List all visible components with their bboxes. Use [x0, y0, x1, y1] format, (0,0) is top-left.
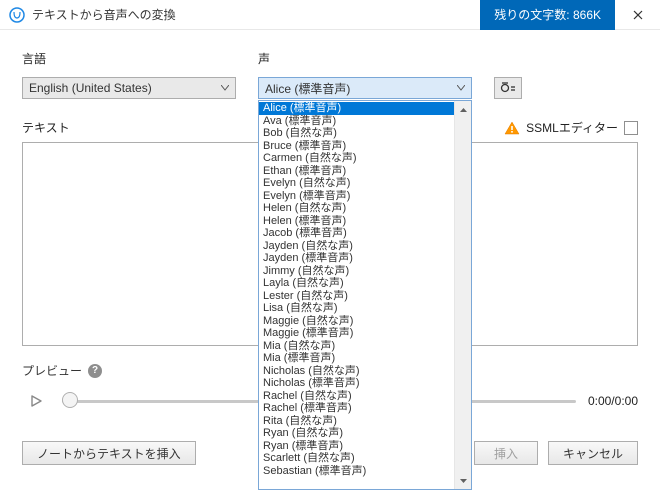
text-label: テキスト	[22, 119, 70, 136]
voice-option[interactable]: Lisa (自然な声)	[259, 302, 454, 315]
voice-option[interactable]: Evelyn (標準音声)	[259, 190, 454, 203]
scroll-down-icon[interactable]	[455, 472, 471, 489]
voice-option[interactable]: Helen (自然な声)	[259, 202, 454, 215]
voice-option[interactable]: Rita (自然な声)	[259, 415, 454, 428]
voice-option[interactable]: Evelyn (自然な声)	[259, 177, 454, 190]
window-title: テキストから音声への変換	[32, 6, 176, 23]
close-icon	[633, 10, 643, 20]
voice-option[interactable]: Jimmy (自然な声)	[259, 265, 454, 278]
voice-option[interactable]: Bob (自然な声)	[259, 127, 454, 140]
language-select-value: English (United States)	[29, 81, 152, 95]
play-button[interactable]	[22, 387, 50, 415]
preview-label: プレビュー	[22, 362, 82, 379]
preview-time: 0:00/0:00	[588, 394, 638, 408]
voice-option[interactable]: Ethan (標準音声)	[259, 165, 454, 178]
app-icon	[8, 6, 26, 24]
play-icon	[29, 394, 43, 408]
language-label: 言語	[22, 50, 236, 67]
voice-option[interactable]: Rachel (自然な声)	[259, 390, 454, 403]
voice-option[interactable]: Scarlett (自然な声)	[259, 452, 454, 465]
voice-select-value: Alice (標準音声)	[265, 80, 350, 97]
dropdown-scrollbar[interactable]	[454, 101, 471, 489]
voice-option[interactable]: Alice (標準音声)	[259, 102, 454, 115]
language-select[interactable]: English (United States)	[22, 77, 236, 99]
voice-option[interactable]: Ryan (自然な声)	[259, 427, 454, 440]
voice-option[interactable]: Maggie (標準音声)	[259, 327, 454, 340]
voice-label: 声	[258, 50, 472, 67]
voice-option[interactable]: Ava (標準音声)	[259, 115, 454, 128]
voice-select[interactable]: Alice (標準音声)	[258, 77, 472, 99]
insert-button[interactable]: 挿入	[474, 441, 538, 465]
close-button[interactable]	[615, 0, 660, 30]
voice-option[interactable]: Maggie (自然な声)	[259, 315, 454, 328]
slider-thumb[interactable]	[62, 392, 78, 408]
voice-option[interactable]: Nicholas (自然な声)	[259, 365, 454, 378]
chevron-down-icon	[457, 83, 465, 94]
voice-dropdown: Alice (標準音声)Ava (標準音声)Bob (自然な声)Bruce (標…	[258, 100, 472, 490]
voice-option[interactable]: Ryan (標準音声)	[259, 440, 454, 453]
voice-option[interactable]: Rachel (標準音声)	[259, 402, 454, 415]
voice-option[interactable]: Helen (標準音声)	[259, 215, 454, 228]
voice-option[interactable]: Jacob (標準音声)	[259, 227, 454, 240]
settings-icon	[500, 81, 516, 95]
titlebar: テキストから音声への変換 残りの文字数: 866K	[0, 0, 660, 30]
voice-option[interactable]: Lester (自然な声)	[259, 290, 454, 303]
ssml-label: SSMLエディター	[526, 119, 618, 136]
scroll-up-icon[interactable]	[455, 101, 471, 118]
remaining-chars: 残りの文字数: 866K	[480, 0, 615, 30]
voice-option[interactable]: Bruce (標準音声)	[259, 140, 454, 153]
voice-option[interactable]: Nicholas (標準音声)	[259, 377, 454, 390]
voice-option[interactable]: Mia (標準音声)	[259, 352, 454, 365]
voice-option[interactable]: Mia (自然な声)	[259, 340, 454, 353]
voice-option[interactable]: Sebastian (標準音声)	[259, 465, 454, 478]
voice-settings-button[interactable]	[494, 77, 522, 99]
voice-option[interactable]: Carmen (自然な声)	[259, 152, 454, 165]
chevron-down-icon	[221, 83, 229, 94]
voice-option[interactable]: Jayden (自然な声)	[259, 240, 454, 253]
insert-from-note-button[interactable]: ノートからテキストを挿入	[22, 441, 196, 465]
warning-icon	[504, 121, 520, 135]
voice-dropdown-items: Alice (標準音声)Ava (標準音声)Bob (自然な声)Bruce (標…	[259, 101, 454, 489]
help-icon[interactable]: ?	[88, 364, 102, 378]
voice-option[interactable]: Jayden (標準音声)	[259, 252, 454, 265]
ssml-checkbox[interactable]	[624, 121, 638, 135]
voice-option[interactable]: Layla (自然な声)	[259, 277, 454, 290]
cancel-button[interactable]: キャンセル	[548, 441, 638, 465]
